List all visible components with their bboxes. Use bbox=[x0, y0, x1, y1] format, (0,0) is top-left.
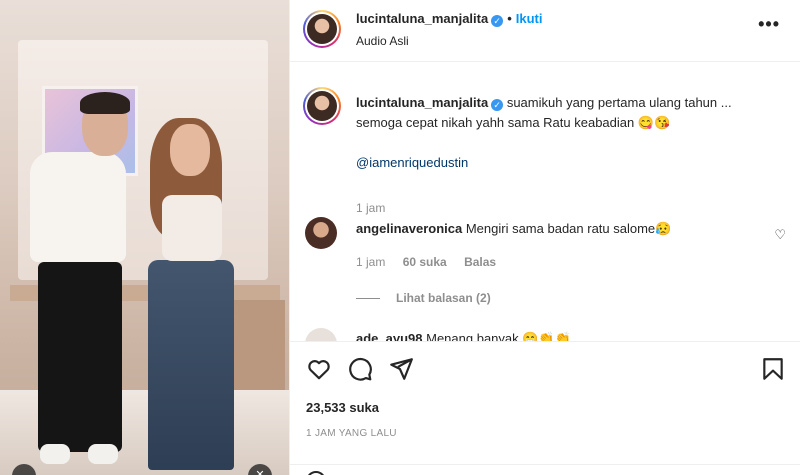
reply-button[interactable]: Balas bbox=[464, 255, 496, 269]
comment-time[interactable]: 1 jam bbox=[356, 255, 385, 269]
man-shoe-right bbox=[88, 444, 118, 464]
comment-icon[interactable] bbox=[347, 356, 373, 382]
bookmark-icon[interactable] bbox=[760, 356, 786, 382]
man-shoe-left bbox=[40, 444, 70, 464]
woman-figure-legs bbox=[148, 260, 234, 470]
author-row: lucintaluna_manjalita ✓ • Ikuti bbox=[356, 11, 543, 27]
audio-label[interactable]: Audio Asli bbox=[356, 34, 409, 48]
replies-divider bbox=[356, 298, 380, 300]
comment-meta: 1 jam 60 suka Balas bbox=[356, 255, 510, 269]
caption-line-2: semoga cepat nikah yahh sama Ratu keabad… bbox=[356, 115, 671, 130]
more-icon[interactable]: ••• bbox=[758, 14, 780, 35]
post-details-panel: lucintaluna_manjalita ✓ • Ikuti Audio Asli … bbox=[289, 0, 800, 475]
woman-figure-torso bbox=[162, 195, 222, 261]
comment-body: Menang banyak 😁👏👏 bbox=[426, 331, 571, 341]
verified-icon: ✓ bbox=[491, 15, 504, 27]
actions-bar: 23,533 suka 1 JAM YANG LALU bbox=[290, 341, 800, 475]
share-icon[interactable] bbox=[388, 356, 414, 382]
likes-count[interactable]: 23,533 suka bbox=[306, 400, 379, 415]
view-replies-button[interactable]: Lihat balasan (2) bbox=[356, 291, 491, 305]
comment-body: Mengiri sama badan ratu salome😥 bbox=[465, 221, 672, 236]
post-video[interactable]: ✕ bbox=[0, 0, 289, 475]
emoji-icon[interactable] bbox=[306, 471, 326, 475]
author-username[interactable]: lucintaluna_manjalita bbox=[356, 11, 488, 26]
verified-icon: ✓ bbox=[491, 99, 504, 111]
comments-section[interactable]: lucintaluna_manjalita ✓ suamikuh yang per… bbox=[290, 63, 800, 341]
comment-likes[interactable]: 60 suka bbox=[403, 255, 447, 269]
add-comment-row bbox=[290, 464, 800, 475]
caption-mention[interactable]: @iamenriquedustin bbox=[356, 155, 468, 170]
separator-dot: • bbox=[507, 11, 512, 26]
commenter-avatar[interactable] bbox=[305, 217, 337, 249]
man-figure-legs bbox=[38, 262, 122, 452]
commenter-username[interactable]: angelinaveronica bbox=[356, 221, 462, 236]
post-header: lucintaluna_manjalita ✓ • Ikuti Audio Asli … bbox=[290, 0, 800, 62]
man-figure-torso bbox=[30, 152, 126, 262]
caption-time[interactable]: 1 jam bbox=[356, 201, 385, 215]
follow-button[interactable]: Ikuti bbox=[516, 11, 543, 26]
man-figure-hair bbox=[80, 92, 130, 114]
comment-like-heart-icon[interactable]: ♡ bbox=[774, 227, 786, 243]
comment-text: ade_ayu98 Menang banyak 😁👏👏 bbox=[356, 331, 756, 341]
woman-figure-head bbox=[170, 124, 210, 176]
caption-avatar[interactable] bbox=[303, 87, 341, 125]
caption-username[interactable]: lucintaluna_manjalita bbox=[356, 95, 488, 110]
author-avatar[interactable] bbox=[303, 10, 341, 48]
post-timestamp[interactable]: 1 JAM YANG LALU bbox=[306, 428, 397, 439]
caption-line-1: suamikuh yang pertama ulang tahun ... bbox=[506, 95, 732, 110]
comment-text: angelinaveronica Mengiri sama badan ratu… bbox=[356, 221, 756, 237]
view-replies-label: Lihat balasan (2) bbox=[396, 291, 491, 305]
commenter-avatar[interactable] bbox=[305, 328, 337, 341]
commenter-username[interactable]: ade_ayu98 bbox=[356, 331, 423, 341]
heart-icon[interactable] bbox=[306, 356, 332, 382]
caption-text: lucintaluna_manjalita ✓ suamikuh yang per… bbox=[356, 93, 776, 173]
